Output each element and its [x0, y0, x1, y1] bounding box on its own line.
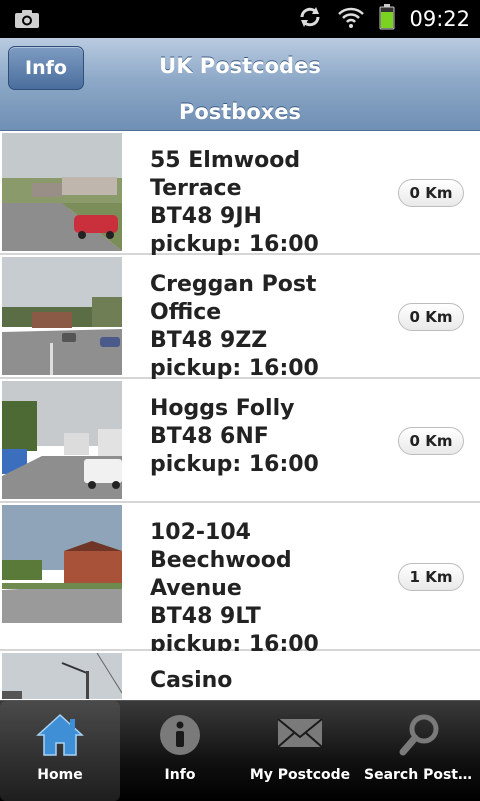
info-icon	[120, 713, 240, 757]
tab-home[interactable]: Home	[0, 701, 120, 801]
postbox-pickup-time: pickup: 16:00	[150, 452, 319, 477]
postbox-name: 102-104 Beechwood Avenue	[150, 520, 292, 601]
postbox-list-item[interactable]: 55 Elmwood Terrace BT48 9JH pickup: 16:0…	[0, 131, 480, 257]
postbox-name: Casino	[150, 668, 233, 693]
postbox-postcode: BT48 9ZZ	[150, 328, 268, 353]
app-title: UK Postcodes	[159, 54, 321, 78]
street-view-thumbnail	[2, 257, 122, 375]
distance-badge: 0 Km	[398, 303, 464, 331]
postbox-list: 55 Elmwood Terrace BT48 9JH pickup: 16:0…	[0, 131, 480, 699]
tab-label: Info	[164, 767, 196, 783]
tab-my-postcode[interactable]: My Postcode	[240, 701, 360, 801]
distance-badge: 0 Km	[398, 179, 464, 207]
clock-text: 09:22	[409, 7, 470, 31]
tab-search-postcode[interactable]: Search Postc...	[360, 701, 480, 801]
postbox-name: 55 Elmwood Terrace	[150, 148, 301, 201]
street-view-thumbnail	[2, 653, 122, 699]
postbox-postcode: BT48 9LT	[150, 604, 261, 629]
distance-badge: 1 Km	[398, 563, 464, 591]
wifi-icon	[337, 5, 365, 33]
postbox-list-item[interactable]: Casino	[0, 651, 480, 699]
postbox-details: Hoggs Folly BT48 6NF pickup: 16:00	[150, 395, 390, 479]
camera-icon	[14, 9, 40, 33]
postbox-postcode: BT48 6NF	[150, 424, 269, 449]
battery-icon	[379, 4, 395, 34]
tab-label: Home	[37, 767, 83, 783]
postbox-details: Casino	[150, 667, 390, 695]
postbox-list-item[interactable]: 102-104 Beechwood Avenue BT48 9LT pickup…	[0, 503, 480, 657]
postbox-details: 102-104 Beechwood Avenue BT48 9LT pickup…	[150, 519, 390, 659]
postbox-list-item[interactable]: Hoggs Folly BT48 6NF pickup: 16:00 0 Km	[0, 379, 480, 503]
street-view-thumbnail	[2, 381, 122, 499]
home-icon	[0, 713, 120, 757]
postbox-name: Creggan Post Office	[150, 272, 317, 325]
postbox-details: 55 Elmwood Terrace BT48 9JH pickup: 16:0…	[150, 147, 390, 259]
tab-info[interactable]: Info	[120, 701, 240, 801]
postbox-name: Hoggs Folly	[150, 396, 295, 421]
app-header: Info UK Postcodes Postboxes	[0, 38, 480, 131]
postbox-details: Creggan Post Office BT48 9ZZ pickup: 16:…	[150, 271, 390, 383]
bottom-tab-bar: Home Info My Postcode Search Postc...	[0, 700, 480, 801]
distance-badge: 0 Km	[398, 427, 464, 455]
status-bar: 09:22	[0, 0, 480, 38]
search-icon	[360, 713, 480, 757]
tab-label: My Postcode	[249, 767, 351, 783]
sync-icon	[297, 4, 323, 34]
postbox-postcode: BT48 9JH	[150, 204, 262, 229]
page-title: Postboxes	[178, 100, 302, 124]
envelope-icon	[240, 713, 360, 753]
street-view-thumbnail	[2, 505, 122, 623]
street-view-thumbnail	[2, 133, 122, 251]
postbox-list-item[interactable]: Creggan Post Office BT48 9ZZ pickup: 16:…	[0, 255, 480, 381]
tab-label: Search Postc...	[364, 767, 480, 783]
